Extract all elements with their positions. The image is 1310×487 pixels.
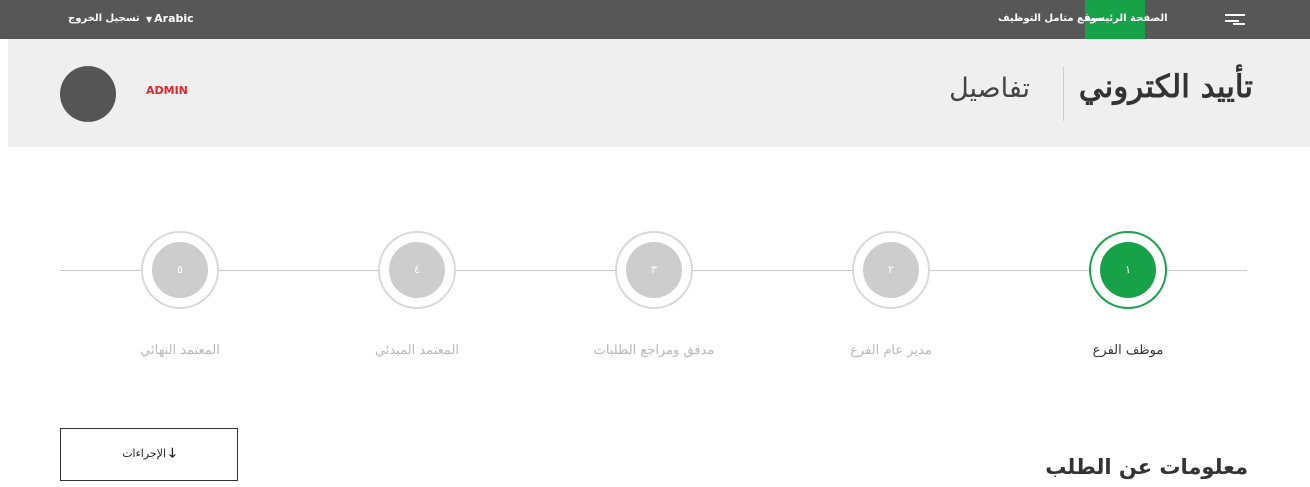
step-5: ٥ [141, 231, 219, 309]
step-4-number: ٤ [389, 242, 445, 298]
step-2-number: ٢ [863, 242, 919, 298]
user-name[interactable]: ADMIN [146, 84, 188, 97]
section-title: معلومات عن الطلب [1045, 455, 1248, 479]
step-2: ٢ [852, 231, 930, 309]
page-header: ADMIN تفاصيل تأييد الكتروني [8, 39, 1310, 147]
arrow-down-icon: 🡓 [169, 446, 176, 461]
page-subtitle: تفاصيل [949, 73, 1030, 104]
step-3-number: ٣ [626, 242, 682, 298]
avatar[interactable] [60, 66, 116, 122]
chevron-down-icon: ▼ [146, 15, 153, 24]
hamburger-icon[interactable] [1221, 10, 1249, 28]
actions-button[interactable]: 🡓الإجراءات [60, 428, 238, 481]
step-4-label: المعتمد المبدئي [374, 343, 460, 358]
language-label: Arabic [154, 12, 194, 25]
step-3: ٣ [615, 231, 693, 309]
page-title: تأييد الكتروني [1078, 69, 1253, 105]
nav-link-site[interactable]: موقع متامل التوظيف [998, 0, 1103, 39]
top-navigation-bar: الصفحة الرئيسية موقع متامل التوظيف ▼ Arab… [0, 0, 1310, 39]
actions-button-label: الإجراءات [122, 447, 167, 460]
step-1-number: ١ [1100, 242, 1156, 298]
step-5-number: ٥ [152, 242, 208, 298]
step-5-label: المعتمد النهائي [140, 343, 220, 358]
step-4: ٤ [378, 231, 456, 309]
step-3-label: مدقق ومراجع الطلبات [593, 343, 715, 358]
logout-link[interactable]: تسجيل الخروج [68, 0, 140, 39]
step-2-label: مدير عام الفرع [850, 343, 932, 358]
language-selector[interactable]: ▼ Arabic [146, 0, 194, 39]
step-1-label: موظف الفرع [1092, 343, 1164, 358]
step-1: ١ [1089, 231, 1167, 309]
title-divider [1063, 66, 1064, 121]
